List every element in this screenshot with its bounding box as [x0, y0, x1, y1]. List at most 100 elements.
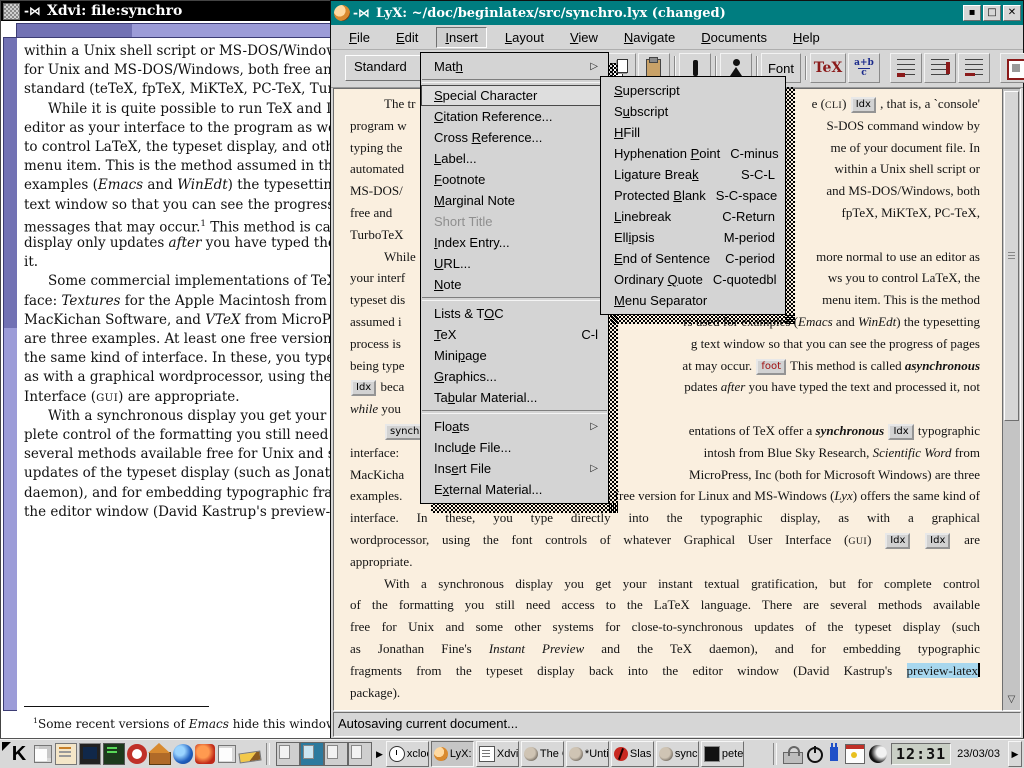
menubar-insert[interactable]: Insert: [436, 27, 487, 48]
lyx-app-icon[interactable]: [334, 5, 350, 21]
menu-item-floats[interactable]: Floats▷: [421, 416, 608, 437]
pager-desktop-4[interactable]: [348, 742, 372, 766]
figure-toolbar-button[interactable]: [1000, 53, 1024, 83]
xdvi-titlebar[interactable]: -⋈ Xdvi: file:synchro: [1, 1, 335, 21]
margin-toolbar-button[interactable]: [924, 53, 956, 83]
task-button-unti[interactable]: *Unti: [566, 741, 609, 767]
menu-item-tex[interactable]: TeXC-l: [421, 324, 608, 345]
menu-item-index-entry[interactable]: Index Entry...: [421, 232, 608, 253]
menubar-help[interactable]: Help: [785, 28, 828, 47]
minimize-button[interactable]: ▪: [963, 5, 981, 21]
scrollbar-thumb[interactable]: [4, 38, 17, 328]
menu-item-end-of-sentence[interactable]: End of SentenceC-period: [601, 248, 785, 269]
window-list-icon[interactable]: [33, 744, 53, 764]
task-button-slas[interactable]: Slas: [611, 741, 654, 767]
tex-toolbar-button[interactable]: TeX: [810, 53, 846, 83]
calendar-tray-icon[interactable]: [845, 744, 865, 764]
kde-red-icon[interactable]: [195, 744, 215, 764]
menu-item-short-title[interactable]: Short Title: [421, 211, 608, 232]
menu-item-marginal-note[interactable]: Marginal Note: [421, 190, 608, 211]
menu-item-protected-blank[interactable]: Protected BlankS-C-space: [601, 185, 785, 206]
menu-item-graphics[interactable]: Graphics...: [421, 366, 608, 387]
home-icon[interactable]: [149, 752, 171, 765]
scrollbar-thumb[interactable]: [17, 24, 132, 37]
menu-item-special-character[interactable]: Special Character: [421, 85, 608, 106]
menu-item-tabular-material[interactable]: Tabular Material...: [421, 387, 608, 408]
maximize-button[interactable]: □: [983, 5, 1001, 21]
menu-item-minipage[interactable]: Minipage: [421, 345, 608, 366]
documents-icon[interactable]: [217, 744, 237, 764]
screen-icon[interactable]: [79, 743, 101, 765]
task-button-lyx[interactable]: LyX:: [431, 741, 474, 767]
math-toolbar-button[interactable]: a+bc: [848, 53, 880, 83]
pager-desktop-1[interactable]: [276, 742, 300, 766]
power-tray-icon[interactable]: [807, 747, 823, 763]
task-button-sync[interactable]: sync: [656, 741, 699, 767]
lyx-titlebar[interactable]: -⋈ LyX: ~/doc/beginlatex/src/synchro.lyx…: [331, 1, 1023, 25]
plug-tray-icon[interactable]: [830, 747, 838, 761]
scroll-down-arrow-icon[interactable]: ▽: [1004, 692, 1019, 708]
pager-desktop-3[interactable]: [324, 742, 348, 766]
menu-item-math[interactable]: Math▷: [421, 56, 608, 77]
xdvi-iconify-icon[interactable]: [3, 3, 20, 20]
task-button-pete[interactable]: pete◀: [701, 741, 744, 767]
menu-item-lists-toc[interactable]: Lists & TOC: [421, 303, 608, 324]
layout-selector[interactable]: Standard: [345, 55, 429, 81]
menu-item-subscript[interactable]: Subscript: [601, 101, 785, 122]
footnote-toolbar-button[interactable]: [890, 53, 922, 83]
menu-item-menu-separator[interactable]: Menu Separator: [601, 290, 785, 311]
pager-desktop-2[interactable]: [300, 742, 324, 766]
menubar-edit[interactable]: Edit: [388, 28, 426, 47]
xdvi-vertical-scrollbar[interactable]: [3, 37, 18, 711]
task-button-xdvi[interactable]: Xdvi:: [476, 741, 519, 767]
inset-idx-button[interactable]: Idx: [888, 424, 913, 440]
menu-item-citation-reference[interactable]: Citation Reference...: [421, 106, 608, 127]
menu-item-include-file[interactable]: Include File...: [421, 437, 608, 458]
scrollbar-thumb[interactable]: [1004, 91, 1019, 421]
menu-item-ligature-break[interactable]: Ligature BreakS-C-L: [601, 164, 785, 185]
inset-idx-button[interactable]: Idx: [885, 533, 910, 549]
help-icon[interactable]: [127, 744, 147, 764]
task-button-xcloc[interactable]: xcloc: [386, 741, 429, 767]
menu-item-insert-file[interactable]: Insert File▷: [421, 458, 608, 479]
terminal-icon[interactable]: [103, 743, 125, 765]
menu-item-ordinary-quote[interactable]: Ordinary QuoteC-quotedbl: [601, 269, 785, 290]
clock-applet[interactable]: 12:31 23/03/03: [891, 743, 1006, 765]
panel-hide-arrow-right[interactable]: ▶: [1008, 741, 1022, 767]
depth-toolbar-button[interactable]: [958, 53, 990, 83]
menu-item-hyphenation-point[interactable]: Hyphenation PointC-minus: [601, 143, 785, 164]
menu-item-label[interactable]: Label...: [421, 148, 608, 169]
menu-item-superscript[interactable]: Superscript: [601, 80, 785, 101]
pencil-icon[interactable]: [238, 751, 261, 764]
menu-item-footnote[interactable]: Footnote: [421, 169, 608, 190]
clipboard-pen-icon[interactable]: [55, 743, 77, 765]
taskbar-scroll-icon[interactable]: ▶: [376, 749, 383, 760]
close-button[interactable]: ✕: [1003, 5, 1021, 21]
xdvi-horizontal-scrollbar[interactable]: [16, 23, 333, 38]
panel-hide-arrow-left[interactable]: [2, 742, 11, 751]
menu-item-linebreak[interactable]: LinebreakC-Return: [601, 206, 785, 227]
menubar-view[interactable]: View: [562, 28, 606, 47]
menu-item-ellipsis[interactable]: EllipsisM-period: [601, 227, 785, 248]
menu-item-note[interactable]: Note: [421, 274, 608, 295]
menu-item-hfill[interactable]: HFill: [601, 122, 785, 143]
xdvi-text-line: Interface (GUI) are appropriate.: [24, 388, 240, 407]
menubar-navigate[interactable]: Navigate: [616, 28, 683, 47]
menu-item-cross-reference[interactable]: Cross Reference...: [421, 127, 608, 148]
menubar-layout[interactable]: Layout: [497, 28, 552, 47]
lock-tray-icon[interactable]: [783, 752, 803, 764]
menu-item-url[interactable]: URL...: [421, 253, 608, 274]
inset-foot-button[interactable]: foot: [756, 359, 786, 375]
task-button-the-g[interactable]: The G: [521, 741, 564, 767]
inset-idx-button[interactable]: Idx: [925, 533, 950, 549]
globe-icon[interactable]: [173, 744, 193, 764]
moon-tray-icon[interactable]: [869, 745, 887, 763]
menu-item-external-material[interactable]: External Material...: [421, 479, 608, 500]
lyx-vertical-scrollbar[interactable]: ▽: [1002, 88, 1021, 711]
inset-synch-button[interactable]: synch: [385, 424, 424, 440]
menubar-file[interactable]: File: [341, 28, 378, 47]
inset-idx-button[interactable]: Idx: [851, 97, 876, 113]
lcd-clock[interactable]: 12:31: [891, 743, 951, 765]
inset-idx-button[interactable]: Idx: [351, 380, 376, 396]
menubar-documents[interactable]: Documents: [693, 28, 775, 47]
